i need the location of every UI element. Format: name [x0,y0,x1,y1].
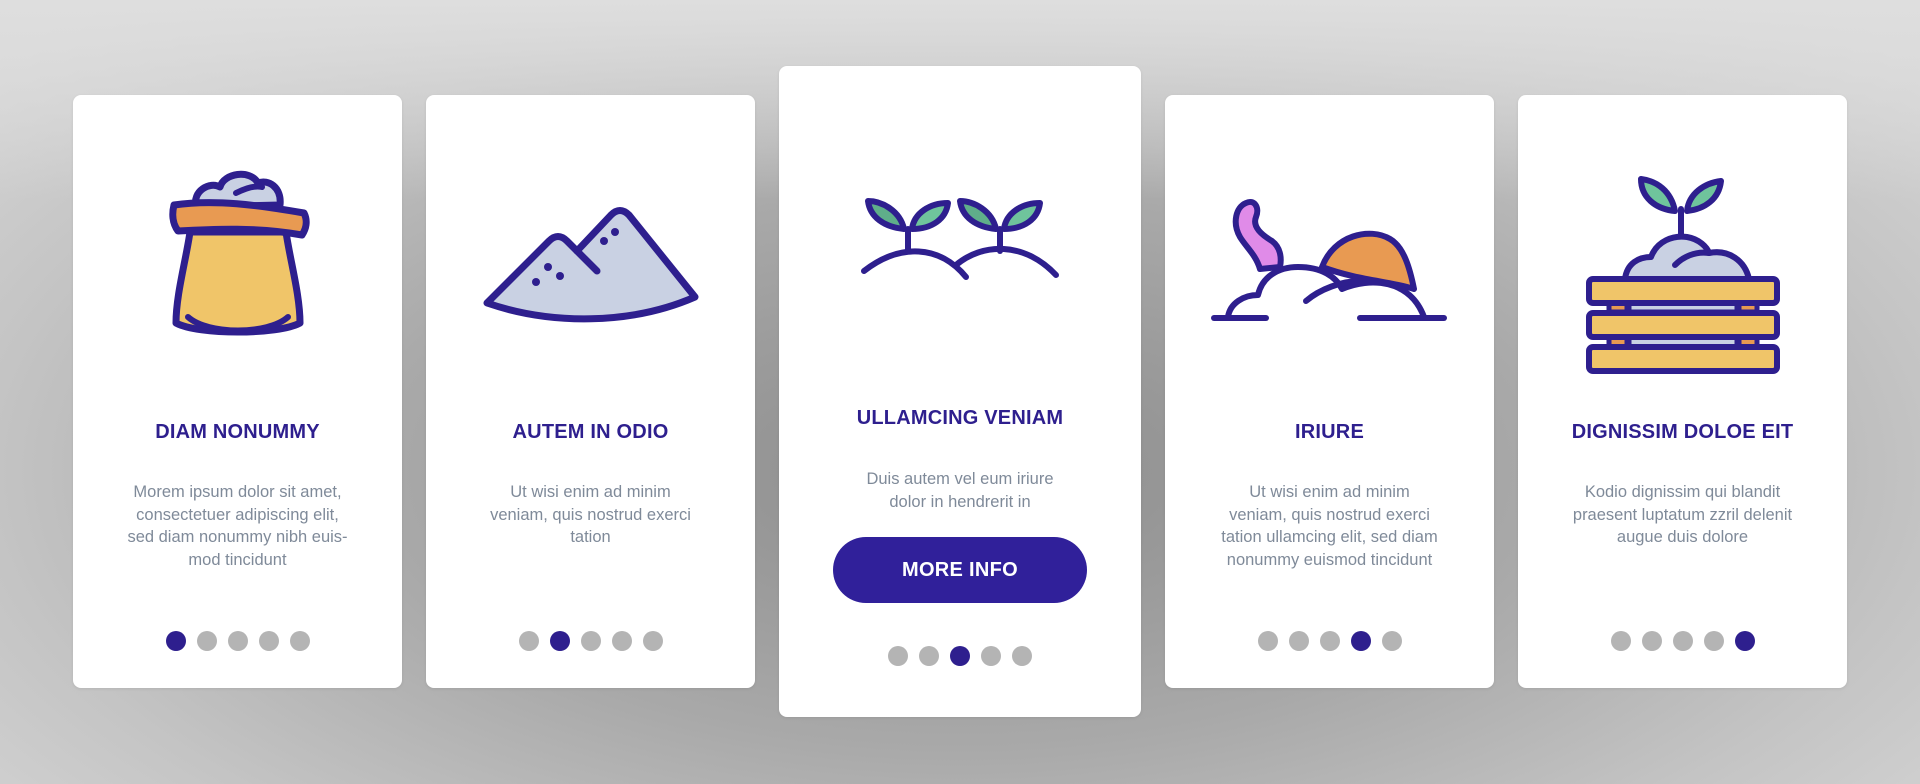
page-dot-1[interactable] [1257,631,1278,651]
page-dot-1[interactable] [518,631,539,651]
page-dot-2[interactable] [919,646,939,666]
page-dot-2[interactable] [196,631,217,651]
seedling-crate-icon [1518,135,1847,375]
page-dot-4[interactable] [611,631,632,651]
card-description: Kodio dignissim qui blandit praesent lup… [1572,483,1793,546]
page-dot-4[interactable] [258,631,279,651]
card-title: ULLAMCING VENIAM [856,407,1064,429]
page-dot-1[interactable] [165,631,186,651]
card-description: Morem ipsum dolor sit amet, consectetuer… [127,483,348,569]
onboarding-card-1: DIAM NONUMMY Morem ipsum dolor sit amet,… [73,95,402,688]
page-dot-5[interactable] [642,631,663,651]
pagination-dots [779,646,1141,666]
card-title: DIGNISSIM DOLOE EIT [1571,421,1794,443]
page-dot-5[interactable] [1012,646,1032,666]
page-dot-5[interactable] [1734,631,1755,651]
page-dot-5[interactable] [289,631,310,651]
page-dot-4[interactable] [1703,631,1724,651]
page-dot-4[interactable] [981,646,1001,666]
page-dot-2[interactable] [549,631,570,651]
pagination-dots [1518,631,1847,651]
onboarding-card-5: DIGNISSIM DOLOE EIT Kodio dignissim qui … [1518,95,1847,688]
page-dot-3[interactable] [1672,631,1693,651]
flour-sack-icon [73,135,402,375]
page-dot-2[interactable] [1288,631,1309,651]
page-dot-3[interactable] [227,631,248,651]
card-description: Duis autem vel eum iriure dolor in hendr… [866,470,1054,511]
onboarding-card-3: ULLAMCING VENIAM Duis autem vel eum iriu… [779,66,1141,717]
card-description: Ut wisi enim ad minim veniam, quis nostr… [1221,483,1438,569]
onboarding-card-2: AUTEM IN ODIO Ut wisi enim ad minim veni… [426,95,755,688]
more-info-button[interactable]: MORE INFO [833,537,1087,603]
page-dot-1[interactable] [888,646,908,666]
pagination-dots [1165,631,1494,651]
soil-pile-icon [426,135,755,375]
worm-in-soil-icon [1165,135,1494,375]
page-dot-4[interactable] [1350,631,1371,651]
page-dot-3[interactable] [580,631,601,651]
pagination-dots [73,631,402,651]
sprouts-icon [779,166,1141,296]
card-title: DIAM NONUMMY [155,421,320,443]
onboarding-card-4: IRIURE Ut wisi enim ad minim veniam, qui… [1165,95,1494,688]
card-description: Ut wisi enim ad minim veniam, quis nostr… [490,483,691,546]
page-dot-1[interactable] [1610,631,1631,651]
page-dot-5[interactable] [1381,631,1402,651]
page-dot-3[interactable] [1319,631,1340,651]
card-title: AUTEM IN ODIO [512,421,669,443]
pagination-dots [426,631,755,651]
card-title: IRIURE [1295,421,1364,443]
page-dot-3[interactable] [950,646,970,666]
page-dot-2[interactable] [1641,631,1662,651]
